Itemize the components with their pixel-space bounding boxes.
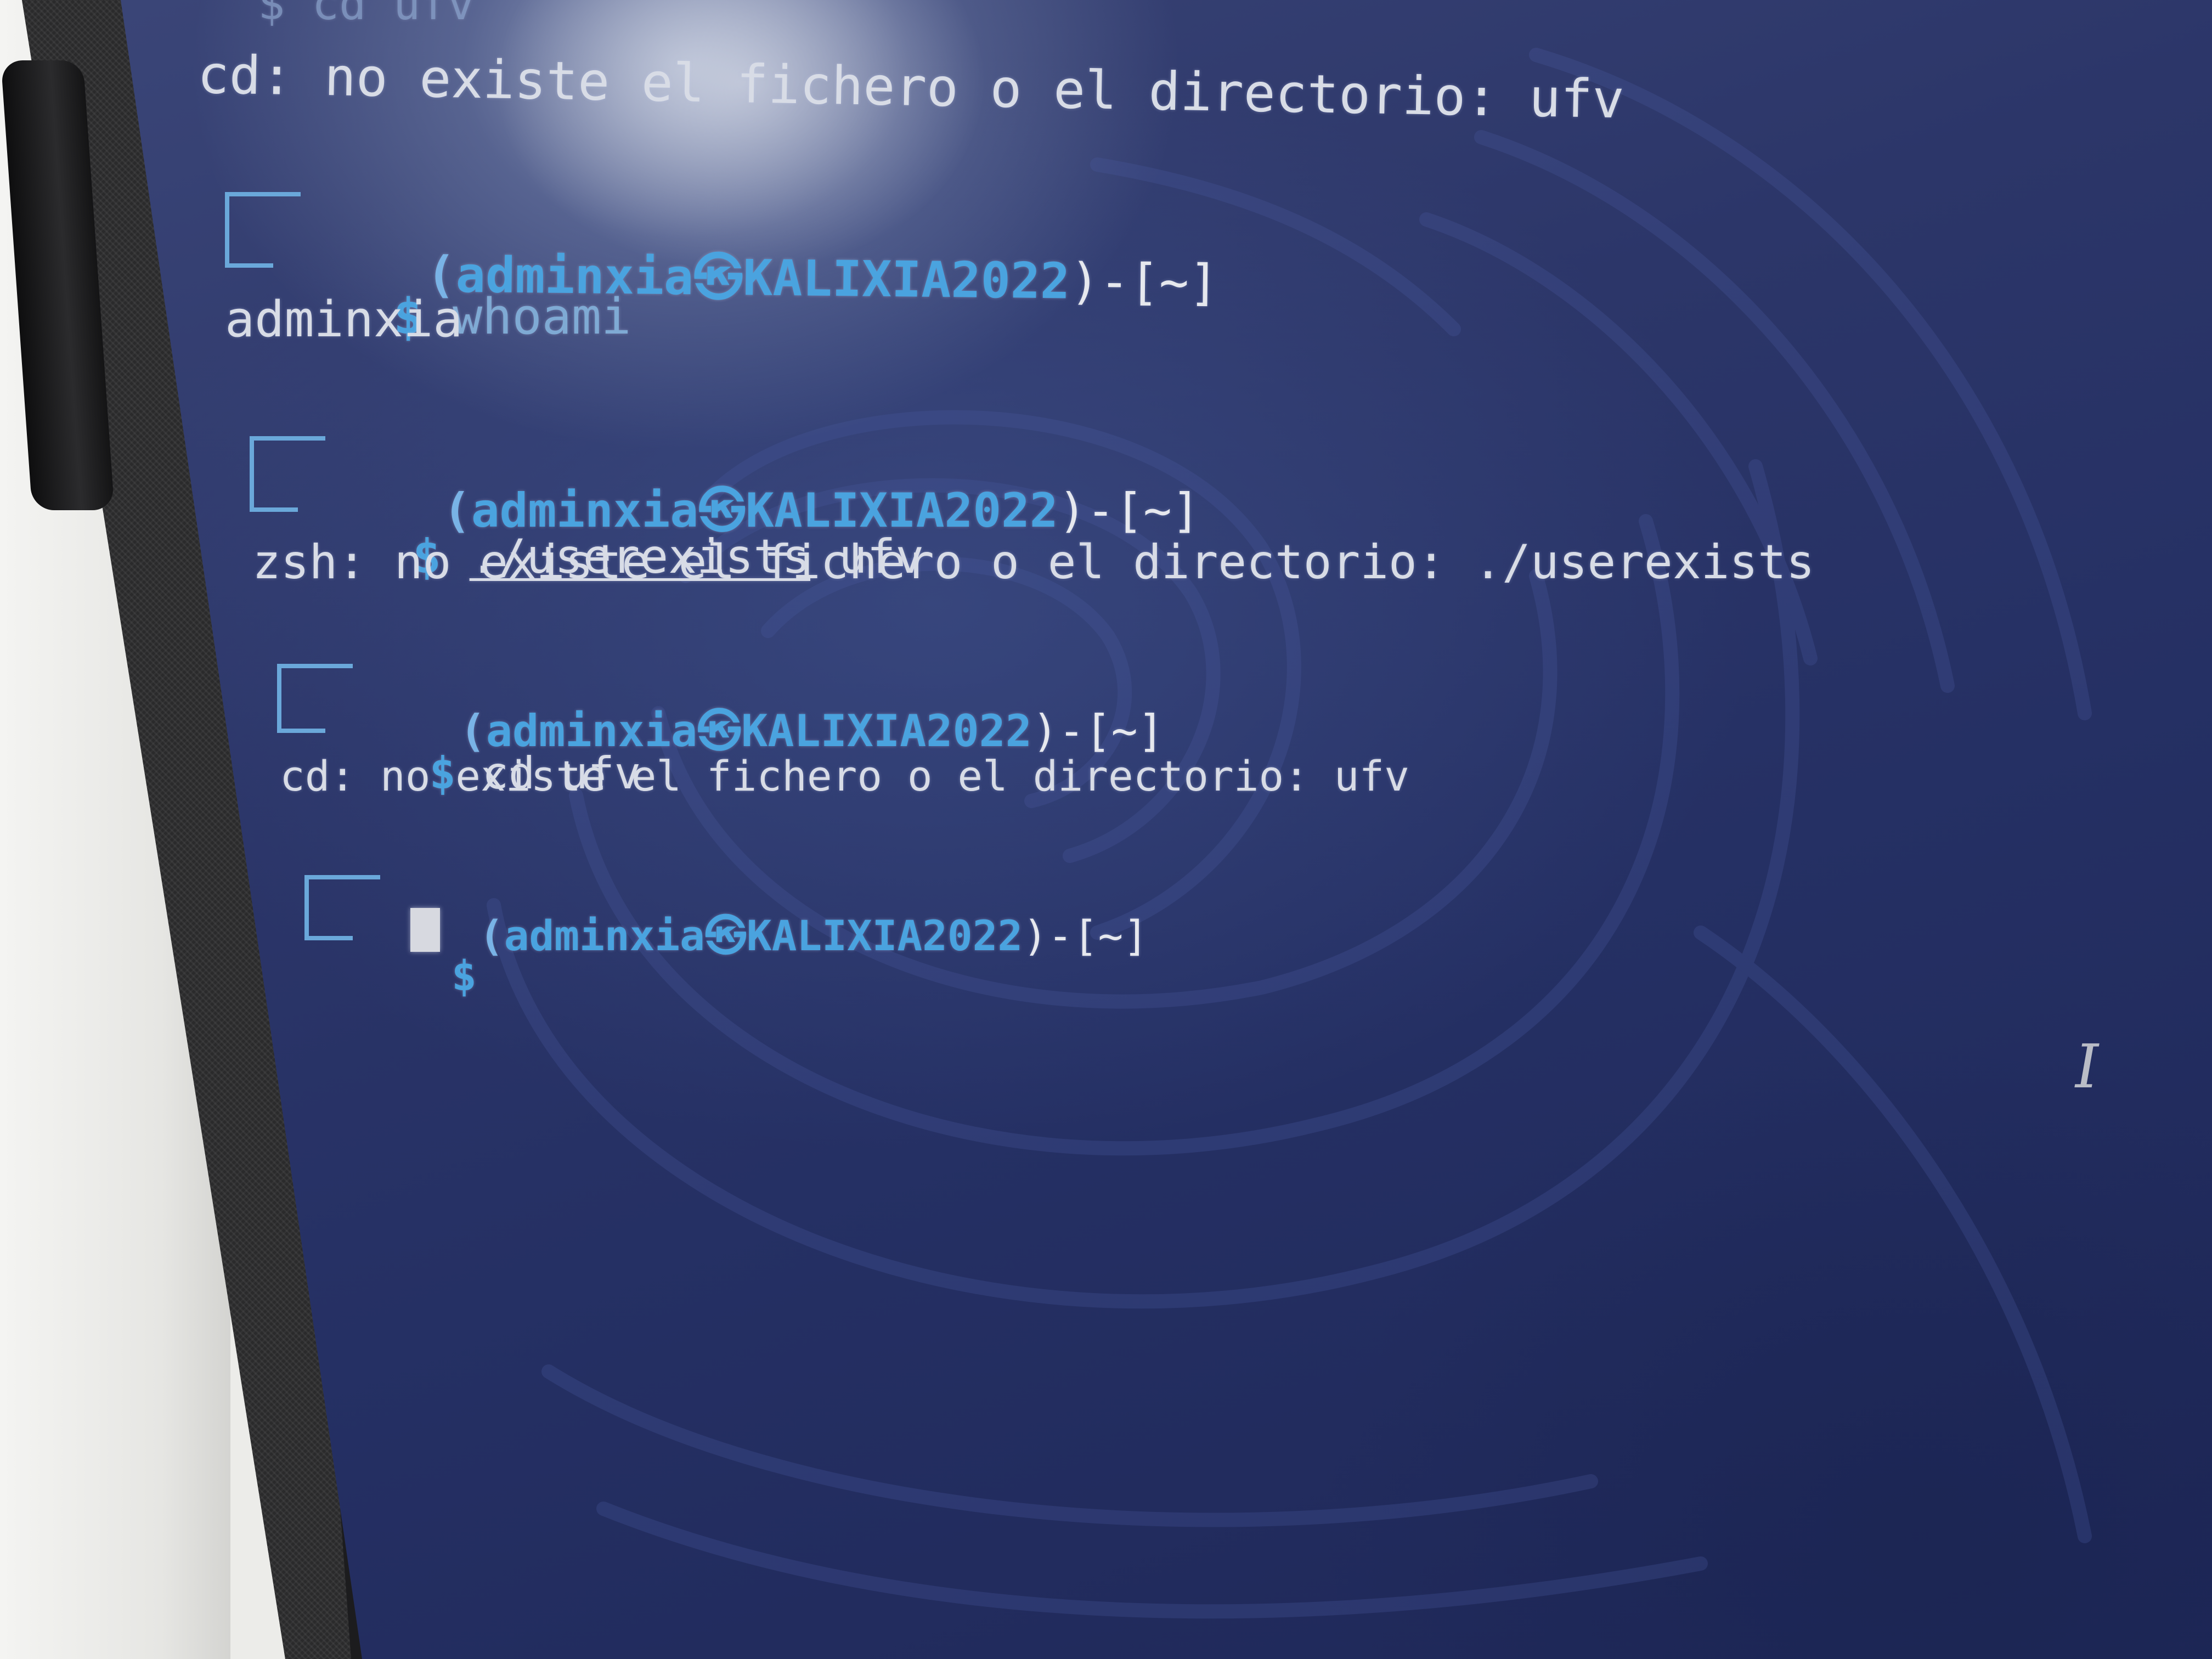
prompt-host: KALIXIA2022 [741,706,1032,757]
prompt-corner-bottom [250,486,298,512]
prompt-path: ~ [1111,706,1138,757]
output-line-3: zsh: no existe el fichero o el directori… [252,535,1815,590]
prompt-host: KALIXIA2022 [742,249,1070,311]
photo-scene: $ cd ufv cd: no existe el fichero o el d… [0,0,2212,1659]
skull-separator-icon: ㉿ [697,706,742,757]
prompt-dollar: $ [452,951,477,1000]
prompt-corner-bottom [225,241,273,268]
prompt-path: ~ [1143,483,1172,538]
path-prefix: )-[ [1069,252,1160,312]
prompt-corner-bottom [304,916,353,940]
path-suffix: ] [1188,253,1219,312]
skull-separator-icon: ㉿ [693,249,743,307]
path-suffix: ] [1171,483,1200,538]
prompt-line-4: (adminxia㉿KALIXIA2022)-[~] [379,853,1148,1011]
path-prefix: )-[ [1058,483,1143,538]
command-text: whoami [453,288,631,346]
path-prefix: )-[ [1031,706,1111,757]
prompt-user: adminxia [504,911,705,960]
prompt-path: ~ [1159,253,1189,312]
open-paren: ( [479,911,504,960]
path-suffix: ] [1123,911,1148,960]
prompt-path: ~ [1098,911,1124,960]
block-cursor-icon[interactable] [410,908,440,952]
prompt-corner-bottom [277,708,325,733]
skull-separator-icon: ㉿ [704,911,747,960]
output-line-4: cd: no existe el fichero o el directorio… [280,752,1410,800]
partial-top-line: $ cd ufv [258,0,475,30]
output-line-2: adminxia [225,291,463,348]
path-suffix: ] [1137,706,1164,757]
path-prefix: )-[ [1023,911,1098,960]
prompt-host: KALIXIA2022 [746,911,1023,960]
